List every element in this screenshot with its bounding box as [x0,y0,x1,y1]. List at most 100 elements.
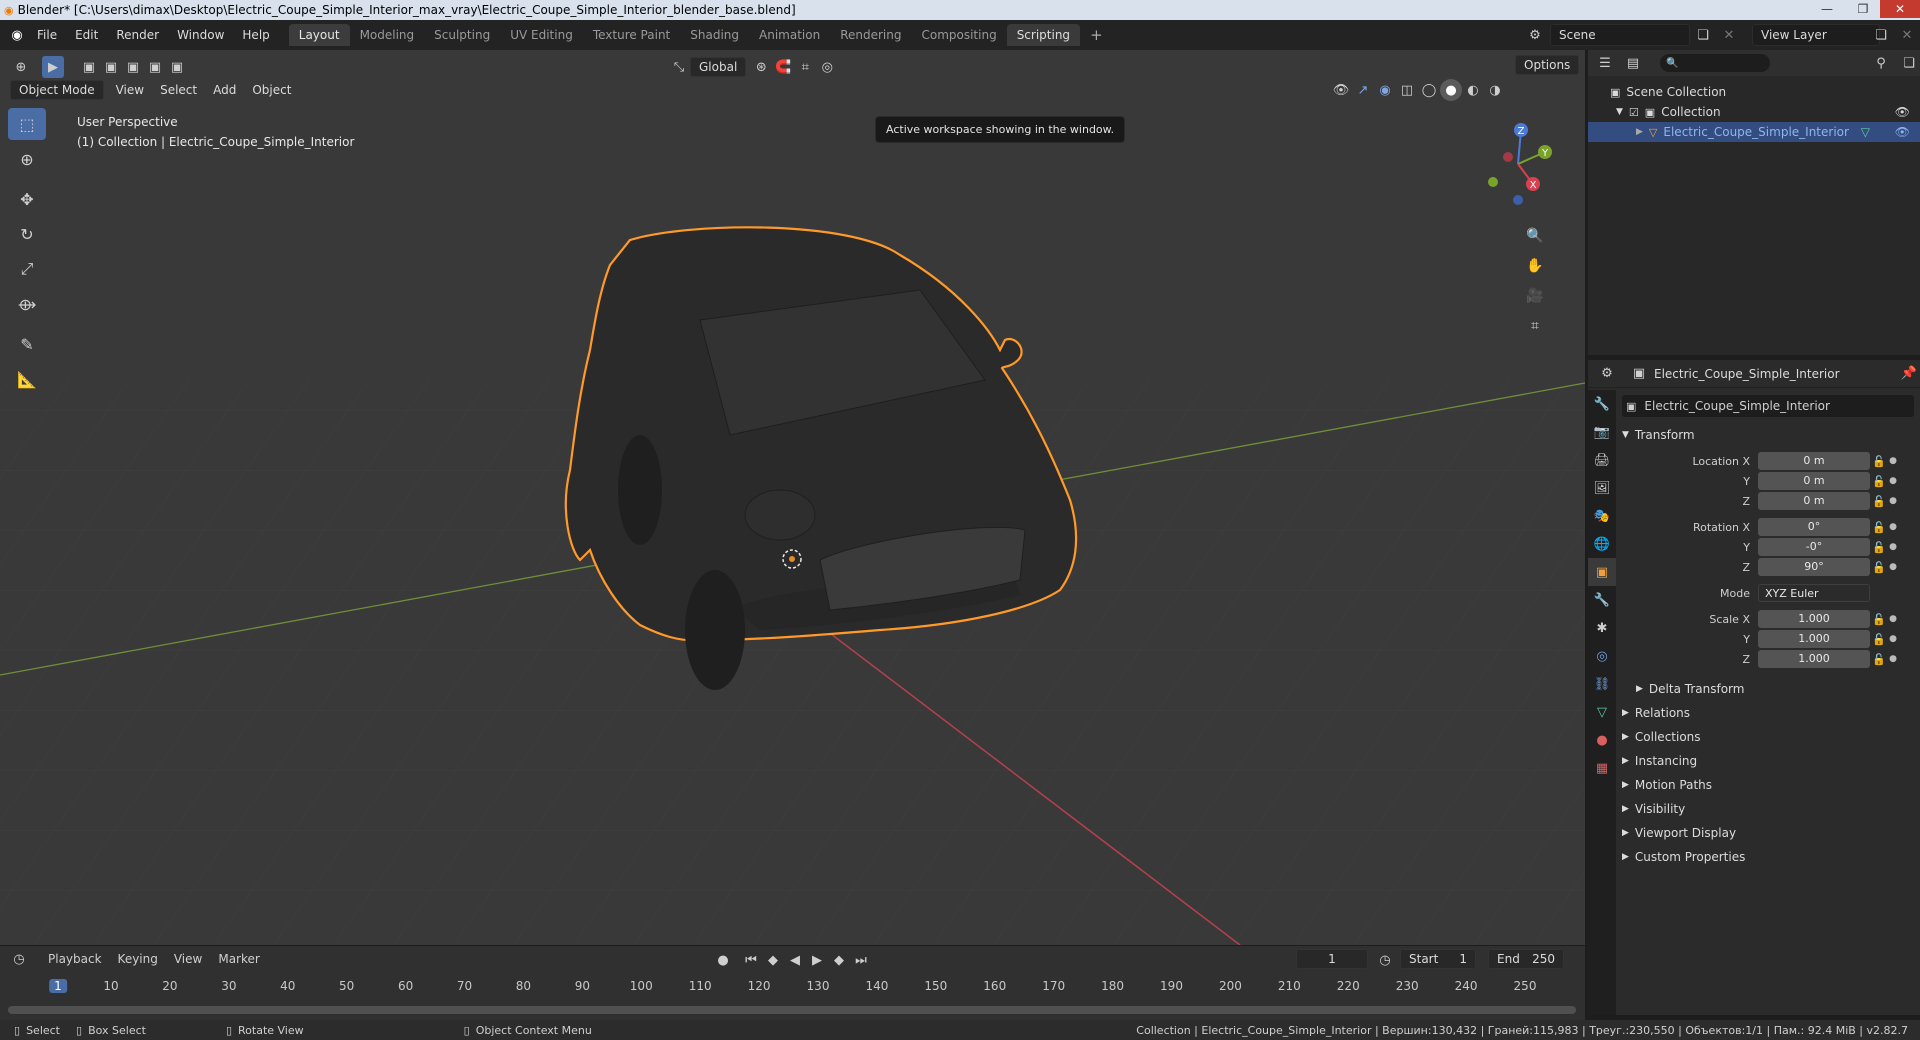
mode-dropdown[interactable]: Object Mode [10,80,104,100]
view-layer-selector[interactable]: View Layer [1752,24,1880,46]
outliner-editor-icon[interactable]: ☰ [1594,52,1616,74]
end-frame-field[interactable]: End 250 [1488,949,1564,969]
solid-shading-icon[interactable]: ● [1440,79,1462,101]
cursor-tool-icon[interactable]: ⊕ [8,143,46,175]
viewport-menu-object[interactable]: Object [244,83,299,97]
viewport-menu-add[interactable]: Add [205,83,244,97]
tab-modeling[interactable]: Modeling [350,24,425,46]
scene-selector[interactable]: Scene [1550,24,1690,46]
panel-viewport-display[interactable]: ▶ Viewport Display [1622,821,1914,845]
keyframe-dot-icon[interactable]: ● [1888,456,1898,466]
display-mode-icon[interactable]: ▤ [1622,52,1644,74]
proportional-edit-icon[interactable]: ◎ [816,56,838,78]
lock-icon[interactable]: 🔓 [1870,455,1888,468]
tab-animation[interactable]: Animation [749,24,830,46]
close-button[interactable]: ✕ [1880,0,1920,18]
current-frame-field[interactable]: 1 [1296,949,1368,969]
wireframe-shading-icon[interactable]: ◯ [1418,79,1440,101]
tab-compositing[interactable]: Compositing [911,24,1006,46]
navigation-gizmo[interactable]: Z Y X 🔍 ✋ 🎥 ⌗ [1463,112,1573,334]
new-collection-icon[interactable]: ❏ [1898,52,1920,74]
gizmo-toggle-icon[interactable]: ↗ [1352,79,1374,101]
output-tab-icon[interactable]: 🖨 [1588,446,1616,474]
scale-tool-icon[interactable]: ⤢ [8,253,46,285]
select-tool-icon[interactable]: ⬚ [8,108,46,140]
modifier-tab-icon[interactable]: 🔧 [1588,586,1616,614]
play-icon[interactable]: ▶ [806,949,828,971]
keyframe-dot-icon[interactable]: ● [1888,496,1898,506]
play-reverse-icon[interactable]: ◀ [784,949,806,971]
rotation-mode-dropdown[interactable]: XYZ Euler [1758,584,1870,602]
world-tab-icon[interactable]: 🌐 [1588,530,1616,558]
lock-icon[interactable]: 🔓 [1870,561,1888,574]
filter-icon[interactable]: ⚲ [1870,52,1892,74]
outliner-row-object[interactable]: ▶ ▽ Electric_Coupe_Simple_Interior ▽ 👁 [1588,122,1920,142]
keyframe-dot-icon[interactable]: ● [1888,634,1898,644]
delta-transform-panel[interactable]: ▶ Delta Transform [1622,677,1914,701]
field-value[interactable]: 1.000 [1758,650,1870,668]
prev-keyframe-icon[interactable]: ◆ [762,949,784,971]
tab-rendering[interactable]: Rendering [830,24,911,46]
maximize-button[interactable]: ❐ [1850,0,1876,18]
blender-menu-icon[interactable]: ◉ [6,24,28,46]
field-value[interactable]: 0 m [1758,472,1870,490]
physics-tab-icon[interactable]: ◎ [1588,642,1616,670]
field-value[interactable]: 0° [1758,518,1870,536]
select-mode-icon[interactable]: ▶ [42,56,64,78]
visibility-eye-icon[interactable]: 👁 [1895,105,1910,119]
tab-texture-paint[interactable]: Texture Paint [583,24,680,46]
snap-target-icon[interactable]: ⌗ [794,56,816,78]
record-icon[interactable]: ● [712,949,734,971]
annotate-tool-icon[interactable]: ✎ [8,328,46,360]
properties-editor-icon[interactable]: ⚙ [1596,363,1618,385]
menu-render[interactable]: Render [107,28,168,42]
constraints-tab-icon[interactable]: ⛓ [1588,670,1616,698]
texture-tab-icon[interactable]: ▦ [1588,754,1616,782]
panel-visibility[interactable]: ▶ Visibility [1622,797,1914,821]
keyframe-dot-icon[interactable]: ● [1888,614,1898,624]
particles-tab-icon[interactable]: ✱ [1588,614,1616,642]
outliner-row-collection[interactable]: ▼ ☑ ▣ Collection 👁 [1588,102,1920,122]
lock-icon[interactable]: 🔓 [1870,541,1888,554]
frame-ruler[interactable]: 1 10 20 30 40 50 60 70 80 90 100 110 120 130 140 150 160… [0,976,1585,998]
snap-icon[interactable]: 🧲 [772,56,794,78]
xray-toggle-icon[interactable]: ◫ [1396,79,1418,101]
lock-icon[interactable]: 🔓 [1870,475,1888,488]
options-dropdown[interactable]: Options [1515,55,1580,75]
start-frame-field[interactable]: Start 1 [1400,949,1476,969]
tab-scripting[interactable]: Scripting [1006,24,1081,46]
outliner-row-scene-collection[interactable]: ▣ Scene Collection [1588,82,1920,102]
timeline-menu-keying[interactable]: Keying [110,952,166,966]
include-checkbox-icon[interactable]: ☑ [1629,106,1639,119]
menu-window[interactable]: Window [168,28,233,42]
panel-collections[interactable]: ▶ Collections [1622,725,1914,749]
keyframe-dot-icon[interactable]: ● [1888,654,1898,664]
preview-range-icon[interactable]: ◷ [1374,949,1396,971]
field-value[interactable]: 0 m [1758,452,1870,470]
panel-motion-paths[interactable]: ▶ Motion Paths [1622,773,1914,797]
minimize-button[interactable]: — [1814,0,1840,18]
field-value[interactable]: 0 m [1758,492,1870,510]
select-extend-icon[interactable]: ▣ [100,56,122,78]
field-value[interactable]: -0° [1758,538,1870,556]
keyframe-dot-icon[interactable]: ● [1888,562,1898,572]
field-value[interactable]: 90° [1758,558,1870,576]
new-view-layer-icon[interactable]: ❏ [1870,24,1892,46]
material-shading-icon[interactable]: ◐ [1462,79,1484,101]
expand-arrow-icon[interactable]: ▶ [1636,127,1643,137]
field-value[interactable]: 1.000 [1758,610,1870,628]
new-scene-icon[interactable]: ❏ [1692,24,1714,46]
orientation-dropdown[interactable]: Global [690,57,747,77]
keyframe-dot-icon[interactable]: ● [1888,522,1898,532]
timeline-scrollbar[interactable] [8,1006,1576,1014]
timeline-menu-marker[interactable]: Marker [210,952,267,966]
tab-shading[interactable]: Shading [680,24,749,46]
field-value[interactable]: 1.000 [1758,630,1870,648]
jump-end-icon[interactable]: ⏭ [850,949,872,971]
tab-uv-editing[interactable]: UV Editing [500,24,583,46]
select-invert-icon[interactable]: ▣ [144,56,166,78]
viewport-3d[interactable]: ⊕ ▶ ▣ ▣ ▣ ▣ ▣ ⤡ Global ⊛ 🧲 ⌗ ◎ Options O… [0,50,1585,945]
viewport-menu-view[interactable]: View [108,83,152,97]
remove-view-layer-icon[interactable]: ✕ [1896,24,1918,46]
jump-start-icon[interactable]: ⏮ [740,949,762,971]
